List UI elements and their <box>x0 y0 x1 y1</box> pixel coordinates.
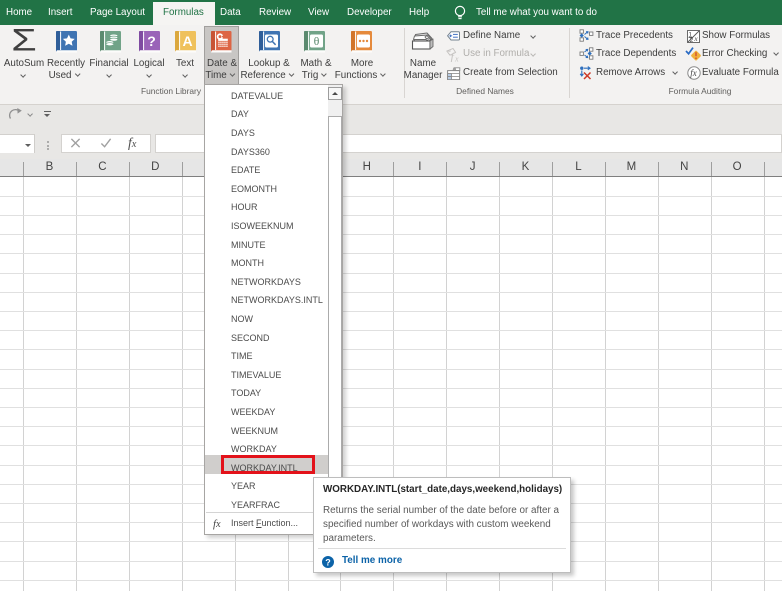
svg-text:A: A <box>182 33 192 49</box>
svg-text:x: x <box>693 34 698 43</box>
svg-text:fx: fx <box>690 68 697 78</box>
svg-text:?: ? <box>147 33 156 49</box>
svg-text:θ: θ <box>314 34 320 48</box>
svg-text:2: 2 <box>690 37 694 43</box>
svg-text:x: x <box>454 55 459 63</box>
svg-text:?: ? <box>325 557 331 567</box>
